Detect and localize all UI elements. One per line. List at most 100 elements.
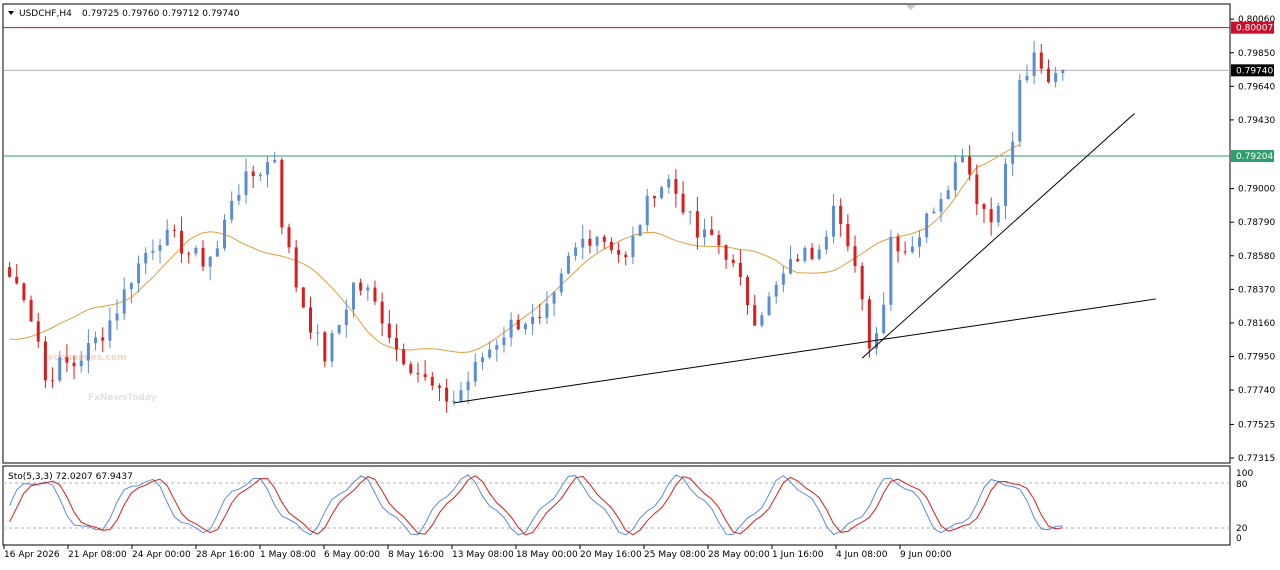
price-label-1: 0.79740 — [1236, 66, 1273, 76]
candle-body-8 — [65, 357, 69, 363]
candle-body-55 — [402, 349, 406, 365]
main-panel — [2, 3, 1231, 464]
candle-body-87 — [631, 236, 635, 258]
x-tick-4: 1 May 08:00 — [260, 550, 316, 560]
candle-body-12 — [94, 337, 98, 344]
candle-body-84 — [609, 241, 613, 251]
ohlc-values: 0.79725 0.79760 0.79712 0.79740 — [82, 9, 240, 19]
y-tick-11: 0.77525 — [1238, 420, 1275, 430]
candle-body-89 — [645, 195, 649, 226]
x-tick-1: 21 Apr 08:00 — [68, 550, 127, 560]
candle-body-43 — [316, 332, 320, 334]
candle-body-9 — [72, 362, 76, 367]
candle-body-41 — [301, 287, 305, 308]
candle-body-40 — [294, 247, 298, 288]
x-tick-2: 24 Apr 00:00 — [132, 550, 191, 560]
candle-body-78 — [566, 255, 570, 274]
stoch-tick-20: 20 — [1236, 524, 1248, 534]
candle-body-52 — [380, 301, 384, 324]
candle-body-86 — [624, 254, 628, 258]
y-tick-3: 0.79430 — [1238, 116, 1275, 126]
candle-body-3 — [29, 299, 33, 322]
y-tick-0: 0.80060 — [1238, 15, 1275, 25]
x-tick-5: 6 May 00:00 — [324, 550, 380, 560]
candle-body-33 — [244, 171, 248, 195]
candle-body-50 — [366, 287, 370, 291]
candle-body-47 — [344, 309, 348, 326]
y-tick-12: 0.77315 — [1238, 454, 1275, 464]
candle-body-46 — [337, 325, 341, 334]
candle-body-27 — [201, 247, 205, 267]
candle-body-67 — [488, 349, 492, 358]
candle-body-38 — [280, 159, 284, 228]
candle-body-142 — [1025, 75, 1029, 81]
candle-body-5 — [43, 341, 47, 381]
candle-body-51 — [373, 287, 377, 302]
candle-body-22 — [165, 229, 169, 246]
candle-body-6 — [51, 380, 55, 382]
chart-window: economies.com FxNewsToday 0.800070.79740… — [0, 0, 1280, 567]
candle-body-69 — [502, 337, 506, 346]
candle-body-71 — [516, 319, 520, 330]
candle-body-130 — [939, 199, 943, 212]
candle-body-118 — [853, 246, 857, 266]
candle-body-39 — [287, 227, 291, 248]
candle-body-112 — [810, 247, 814, 259]
price-chart: economies.com FxNewsToday 0.800070.79740… — [2, 3, 1275, 560]
y-tick-10: 0.77740 — [1238, 386, 1275, 396]
candle-body-99 — [717, 234, 721, 246]
candle-body-30 — [223, 219, 227, 249]
candle-body-85 — [617, 250, 621, 255]
candle-body-123 — [889, 236, 893, 305]
candle-body-146 — [1054, 73, 1058, 83]
candle-body-79 — [574, 247, 578, 256]
candle-body-66 — [480, 357, 484, 362]
candle-body-113 — [817, 249, 821, 259]
candle-body-140 — [1011, 141, 1015, 164]
candle-body-20 — [151, 250, 155, 253]
candle-body-93 — [674, 179, 678, 194]
candle-body-60 — [437, 385, 441, 388]
symbol-label: USDCHF,H4 — [19, 9, 72, 19]
x-tick-0: 16 Apr 2026 — [4, 550, 60, 560]
candle-body-18 — [137, 263, 141, 284]
candle-body-103 — [746, 276, 750, 306]
y-tick-9: 0.77950 — [1238, 352, 1275, 362]
y-tick-5: 0.78790 — [1238, 218, 1275, 228]
candle-body-143 — [1032, 52, 1036, 76]
candle-body-0 — [8, 267, 12, 277]
candle-body-53 — [387, 323, 391, 338]
candle-body-26 — [194, 247, 198, 254]
x-tick-10: 25 May 08:00 — [644, 550, 706, 560]
oscillator-label: Sto(5,3,3) 72.0207 67.9437 — [8, 472, 133, 482]
x-tick-14: 9 Jun 00:00 — [900, 550, 952, 560]
candle-body-32 — [237, 194, 241, 201]
x-tick-6: 8 May 16:00 — [388, 550, 444, 560]
oscillator-panel — [2, 465, 1231, 546]
stoch-tick-80: 80 — [1236, 480, 1248, 490]
candle-body-31 — [230, 200, 234, 220]
candle-body-135 — [975, 174, 979, 205]
candle-body-132 — [953, 162, 957, 191]
candle-body-117 — [846, 223, 850, 247]
candle-body-90 — [652, 195, 656, 199]
candle-body-48 — [351, 282, 355, 310]
candle-body-16 — [122, 289, 126, 314]
candle-body-13 — [101, 337, 105, 341]
candle-body-100 — [724, 245, 728, 260]
candle-body-116 — [839, 205, 843, 224]
chart-header: USDCHF,H4 0.79725 0.79760 0.79712 0.7974… — [8, 9, 240, 19]
candle-body-122 — [882, 304, 886, 334]
candle-body-81 — [588, 238, 592, 246]
candle-body-28 — [208, 256, 212, 267]
candle-body-107 — [774, 284, 778, 297]
candle-body-77 — [559, 273, 563, 293]
candle-body-141 — [1018, 80, 1022, 142]
time-axis: 16 Apr 2026 21 Apr 08:00 24 Apr 00:00 28 Ap… — [3, 545, 952, 560]
x-tick-11: 28 May 00:00 — [708, 550, 770, 560]
candle-body-11 — [86, 343, 90, 361]
candle-body-109 — [789, 259, 793, 274]
candle-body-119 — [860, 265, 864, 300]
candle-body-21 — [158, 245, 162, 251]
candle-body-57 — [416, 373, 420, 375]
